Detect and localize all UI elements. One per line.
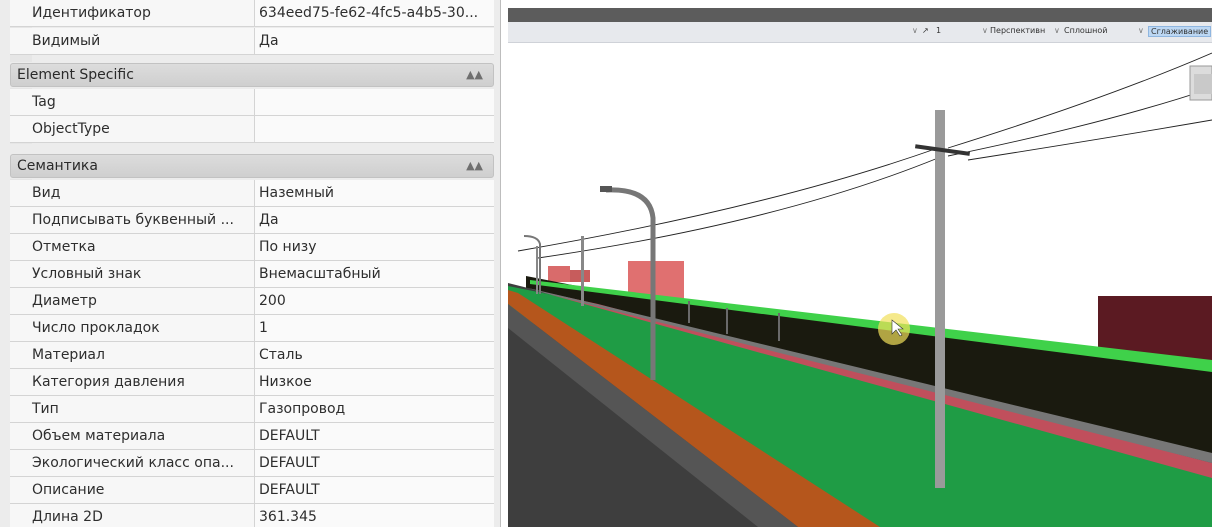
properties-panel: Идентификатор 634eed75-fe62-4fc5-a4b5-30…: [0, 0, 501, 527]
property-value[interactable]: Сталь: [255, 342, 494, 368]
property-name: Объем материала: [10, 423, 255, 449]
zoom-icon[interactable]: ↗: [922, 26, 929, 35]
property-name: Категория давления: [10, 369, 255, 395]
property-row[interactable]: Условный знак Внемасштабный: [10, 261, 494, 288]
property-row[interactable]: Подписывать буквенный ... Да: [10, 207, 494, 234]
utility-pole: [536, 246, 538, 294]
dropdown-chevron-icon[interactable]: ∨: [982, 26, 988, 35]
property-row[interactable]: Вид Наземный: [10, 180, 494, 207]
dropdown-chevron-icon[interactable]: ∨: [912, 26, 918, 35]
section-header-element-specific[interactable]: Element Specific ▲▲: [10, 63, 494, 87]
view-cube-face: [1194, 74, 1212, 94]
property-row[interactable]: Объем материала DEFAULT: [10, 423, 494, 450]
property-name: ObjectType: [10, 116, 255, 142]
section-title: Семантика: [17, 158, 98, 174]
property-row[interactable]: Материал Сталь: [10, 342, 494, 369]
property-value[interactable]: DEFAULT: [255, 477, 494, 503]
property-name: Длина 2D: [10, 504, 255, 527]
property-name: Экологический класс опа...: [10, 450, 255, 476]
property-row-tag[interactable]: Tag: [10, 89, 494, 116]
property-row[interactable]: Отметка По низу: [10, 234, 494, 261]
property-name: Материал: [10, 342, 255, 368]
property-value[interactable]: Внемасштабный: [255, 261, 494, 287]
3d-viewport[interactable]: ∨ ↗ 1 ∨ Перспективн ∨ Сплошной ∨ Сглажив…: [508, 8, 1212, 527]
property-value[interactable]: Да: [255, 28, 494, 54]
property-row-identifier[interactable]: Идентификатор 634eed75-fe62-4fc5-a4b5-30…: [10, 0, 494, 27]
property-value[interactable]: DEFAULT: [255, 423, 494, 449]
property-value[interactable]: 1: [255, 315, 494, 341]
smoothing-toggle[interactable]: Сглаживание: [1148, 26, 1212, 37]
street-lamp-head: [600, 186, 612, 192]
property-value[interactable]: Да: [255, 207, 494, 233]
property-name: Tag: [10, 89, 255, 115]
property-row-visible[interactable]: Видимый Да: [10, 28, 494, 55]
fence-post: [778, 313, 780, 341]
property-value[interactable]: [255, 116, 494, 142]
building: [548, 266, 570, 282]
zoom-value[interactable]: 1: [936, 26, 941, 35]
property-value[interactable]: DEFAULT: [255, 450, 494, 476]
property-name: Число прокладок: [10, 315, 255, 341]
property-name: Описание: [10, 477, 255, 503]
property-name: Видимый: [10, 28, 255, 54]
property-name: Подписывать буквенный ...: [10, 207, 255, 233]
property-value[interactable]: Наземный: [255, 180, 494, 206]
property-value[interactable]: Газопровод: [255, 396, 494, 422]
section-title: Element Specific: [17, 67, 134, 83]
property-value[interactable]: 200: [255, 288, 494, 314]
property-name: Диаметр: [10, 288, 255, 314]
property-row[interactable]: Экологический класс опа... DEFAULT: [10, 450, 494, 477]
utility-pole: [935, 110, 945, 488]
collapse-chevron-icon[interactable]: ▲▲: [466, 64, 483, 86]
fence-post: [726, 308, 728, 334]
section-header-semantics[interactable]: Семантика ▲▲: [10, 154, 494, 178]
property-name: Отметка: [10, 234, 255, 260]
dropdown-chevron-icon[interactable]: ∨: [1138, 26, 1144, 35]
property-row[interactable]: Тип Газопровод: [10, 396, 494, 423]
property-value[interactable]: Низкое: [255, 369, 494, 395]
property-value[interactable]: 361.345: [255, 504, 494, 527]
property-name: Тип: [10, 396, 255, 422]
dropdown-chevron-icon[interactable]: ∨: [1054, 26, 1060, 35]
property-row[interactable]: Число прокладок 1: [10, 315, 494, 342]
property-row-objecttype[interactable]: ObjectType: [10, 116, 494, 143]
viewport-toolbar: ∨ ↗ 1 ∨ Перспективн ∨ Сплошной ∨ Сглажив…: [508, 22, 1212, 43]
property-value[interactable]: [255, 89, 494, 115]
property-row[interactable]: Диаметр 200: [10, 288, 494, 315]
property-name: Идентификатор: [10, 0, 255, 26]
viewport-title-bar: [508, 8, 1212, 22]
property-row[interactable]: Длина 2D 361.345: [10, 504, 494, 527]
render-mode-dropdown[interactable]: Сплошной: [1064, 26, 1107, 35]
property-name: Условный знак: [10, 261, 255, 287]
collapse-chevron-icon[interactable]: ▲▲: [466, 155, 483, 177]
property-row[interactable]: Категория давления Низкое: [10, 369, 494, 396]
property-value[interactable]: 634eed75-fe62-4fc5-a4b5-30...: [255, 0, 494, 26]
fence-post: [688, 301, 690, 323]
property-name: Вид: [10, 180, 255, 206]
3d-scene[interactable]: [508, 8, 1212, 527]
property-value[interactable]: По низу: [255, 234, 494, 260]
utility-pole: [581, 236, 584, 306]
building: [570, 270, 590, 282]
projection-dropdown[interactable]: Перспективн: [990, 26, 1045, 35]
property-row[interactable]: Описание DEFAULT: [10, 477, 494, 504]
